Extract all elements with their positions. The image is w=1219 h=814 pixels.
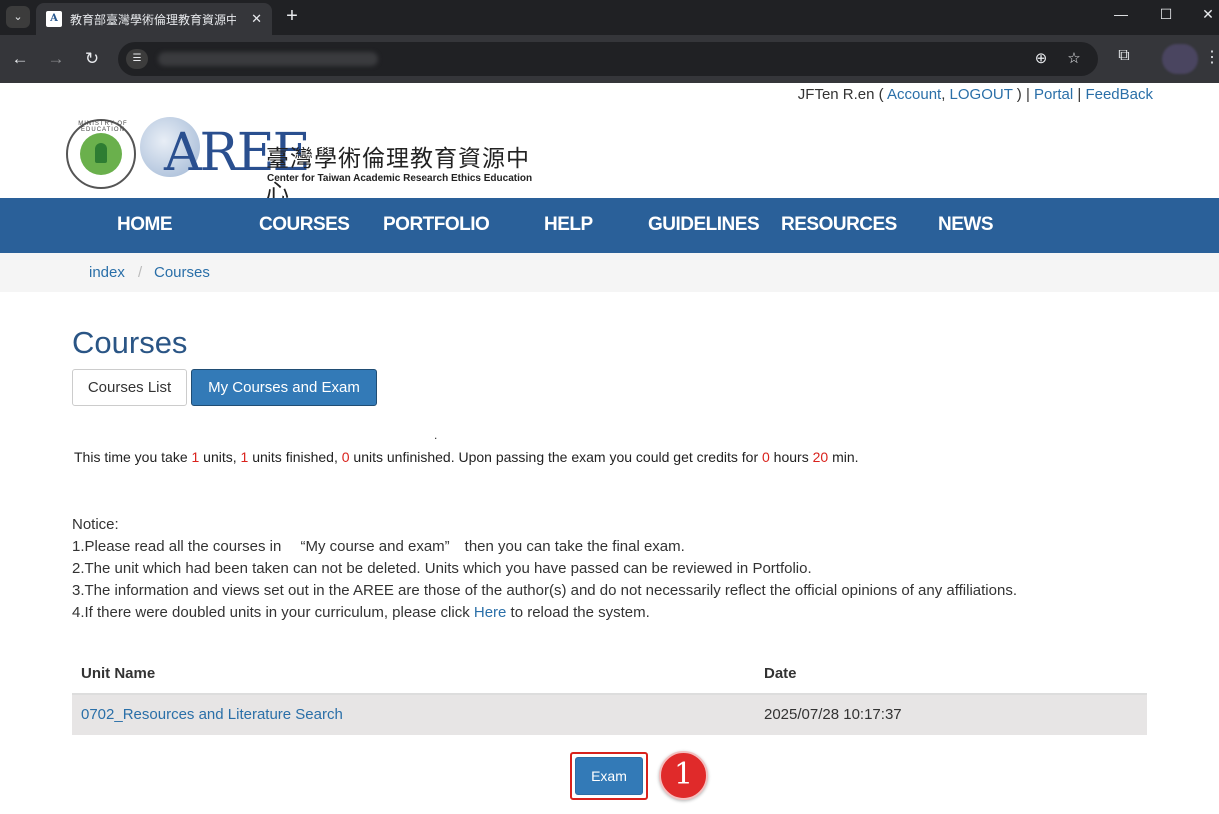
feedback-link[interactable]: FeedBack (1085, 86, 1153, 103)
my-courses-and-exam-button[interactable]: My Courses and Exam (191, 369, 377, 406)
zoom-icon[interactable]: ⊕ (1031, 49, 1051, 69)
notice-line-2: 2.The unit which had been taken can not … (72, 560, 812, 577)
user-bar: JFTen R.en ( Account, LOGOUT ) | Portal … (797, 86, 1153, 103)
reload-here-link[interactable]: Here (474, 604, 507, 621)
breadcrumb-separator: / (138, 264, 143, 281)
nav-news[interactable]: NEWS (938, 214, 994, 236)
bookmark-star-icon[interactable]: ☆ (1064, 49, 1084, 69)
aree-favicon-icon: A (46, 11, 62, 27)
breadcrumb-courses[interactable]: Courses (154, 264, 210, 281)
column-header-date: Date (764, 665, 797, 682)
nav-guidelines[interactable]: GUIDELINES (648, 214, 760, 236)
breadcrumb-index[interactable]: index (89, 264, 125, 281)
table-row: 0702_Resources and Literature Search 202… (72, 695, 1147, 735)
tab-search-icon[interactable]: ⌄ (6, 6, 30, 28)
address-bar[interactable]: ☰ ⊕ ☆ (118, 42, 1098, 76)
extensions-icon[interactable]: ⧉ (1112, 47, 1136, 65)
account-link[interactable]: Account (887, 86, 941, 103)
notice-line-1: 1.Please read all the courses in “My cou… (72, 538, 685, 555)
units-summary: This time you take 1 units, 1 units fini… (74, 449, 859, 465)
ministry-of-education-seal-icon: MINISTRY OF EDUCATION (66, 119, 136, 189)
notice-line-4: 4.If there were doubled units in your cu… (72, 604, 650, 621)
browser-tab[interactable]: A 教育部臺灣學術倫理教育資源中心 ✕ (36, 3, 272, 35)
notice-block: Notice: 1.Please read all the courses in… (72, 514, 1017, 624)
center-english-name: Center for Taiwan Academic Research Ethi… (267, 173, 533, 184)
notice-line-3: 3.The information and views set out in t… (72, 582, 1017, 599)
profile-avatar[interactable] (1162, 44, 1198, 74)
main-nav: HOME COURSES PORTFOLIO HELP GUIDELINES R… (0, 198, 1219, 253)
column-header-unit-name: Unit Name (81, 665, 156, 682)
minimize-icon[interactable]: — (1106, 6, 1136, 22)
stray-dot: . (434, 428, 438, 442)
logout-link[interactable]: LOGOUT (950, 86, 1013, 103)
unit-date: 2025/07/28 10:17:37 (764, 706, 902, 723)
unit-name-link[interactable]: 0702_Resources and Literature Search (81, 706, 343, 723)
nav-help[interactable]: HELP (544, 214, 593, 236)
window-close-icon[interactable]: ✕ (1193, 6, 1219, 23)
courses-list-button[interactable]: Courses List (72, 369, 187, 406)
back-arrow-icon[interactable]: ← (8, 47, 32, 71)
credit-minutes: 20 (812, 449, 829, 465)
browser-toolbar: ← → ↻ ☰ ⊕ ☆ ⧉ ⋮ (0, 35, 1219, 83)
user-name: JFTen R.en (797, 86, 875, 103)
units-unfinished-count: 0 (341, 449, 350, 465)
breadcrumb: index / Courses (0, 253, 1219, 292)
site-logo[interactable]: MINISTRY OF EDUCATION AREE 臺灣學術倫理教育資源中心 … (66, 115, 546, 206)
browser-tab-strip: ⌄ A 教育部臺灣學術倫理教育資源中心 ✕ + — ☐ ✕ (0, 0, 1219, 35)
step-number-badge: 1 (659, 751, 708, 800)
portal-link[interactable]: Portal (1034, 86, 1073, 103)
browser-menu-icon[interactable]: ⋮ (1204, 47, 1219, 67)
maximize-icon[interactable]: ☐ (1151, 6, 1181, 23)
tab-close-icon[interactable]: ✕ (251, 10, 262, 28)
url-text-redacted (158, 52, 378, 66)
web-page: JFTen R.en ( Account, LOGOUT ) | Portal … (0, 83, 1219, 814)
nav-home[interactable]: HOME (117, 214, 173, 236)
nav-courses[interactable]: COURSES (259, 214, 350, 236)
notice-heading: Notice: (72, 516, 119, 533)
reload-icon[interactable]: ↻ (80, 47, 104, 71)
page-title: Courses (72, 325, 188, 360)
nav-resources[interactable]: RESOURCES (781, 214, 897, 236)
new-tab-button[interactable]: + (280, 4, 304, 28)
nav-portfolio[interactable]: PORTFOLIO (383, 214, 490, 236)
forward-arrow-icon[interactable]: → (44, 47, 68, 71)
seal-text: MINISTRY OF EDUCATION (78, 121, 128, 133)
credit-hours: 0 (762, 449, 770, 465)
tab-title: 教育部臺灣學術倫理教育資源中心 (70, 13, 236, 27)
site-info-icon[interactable]: ☰ (126, 49, 148, 69)
exam-button[interactable]: Exam (575, 757, 643, 795)
